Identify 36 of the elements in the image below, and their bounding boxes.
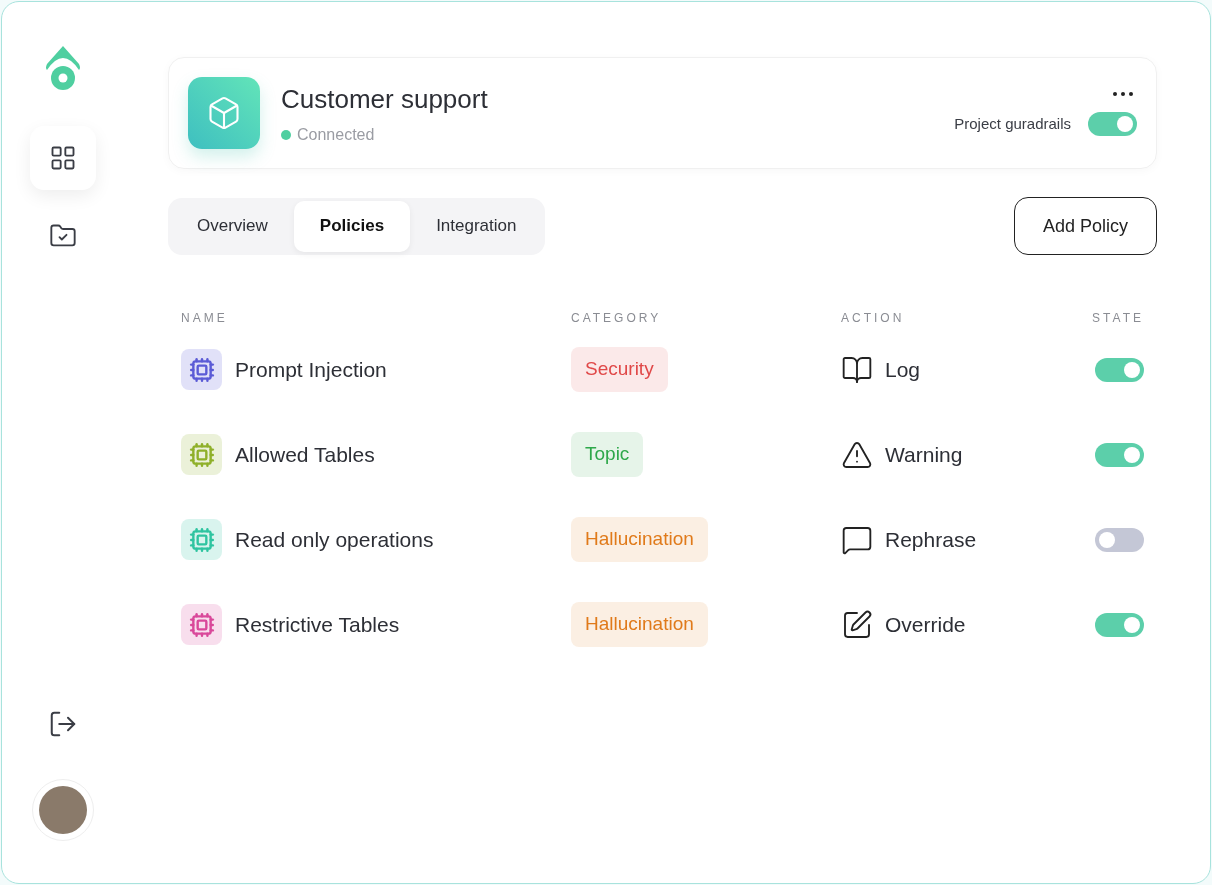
state-toggle[interactable] (1095, 357, 1144, 382)
override-icon (841, 608, 873, 641)
category-tag: Topic (571, 432, 644, 477)
tab[interactable]: Integration (410, 200, 543, 252)
more-button[interactable] (1113, 90, 1133, 98)
action-label: Rephrase (885, 526, 977, 553)
action-label: Log (885, 356, 921, 383)
add-policy-button[interactable]: Add Policy (1013, 197, 1157, 255)
column-header: CATEGORY (571, 310, 663, 327)
logo-icon (43, 44, 83, 92)
column-header: NAME (181, 310, 229, 327)
policy-name: Read only operations (235, 526, 434, 553)
category-tag: Security (571, 347, 668, 392)
policy-name: Prompt Injection (235, 356, 387, 383)
column-header: STATE (1092, 310, 1144, 327)
grid-icon (49, 144, 77, 172)
policy-name: Allowed Tables (235, 441, 375, 468)
logout-icon (48, 709, 78, 739)
avatar-placeholder (39, 786, 87, 834)
column-header: ACTION (841, 310, 906, 327)
toggle-label: Project guradrails (954, 113, 1071, 134)
action-label: Override (885, 611, 966, 638)
status-text: Connected (297, 124, 375, 145)
tab[interactable]: Policies (293, 200, 411, 252)
category-tag: Hallucination (571, 517, 708, 562)
project-title: Customer support (281, 82, 488, 116)
guardrails-toggle[interactable] (1088, 112, 1137, 136)
cube-icon (206, 95, 242, 131)
action-label: Warning (885, 441, 963, 468)
category-tag: Hallucination (571, 602, 708, 647)
state-toggle[interactable] (1095, 612, 1144, 637)
sidebar-item[interactable] (30, 126, 96, 190)
state-toggle[interactable] (1095, 442, 1144, 467)
state-toggle[interactable] (1095, 527, 1144, 552)
tab[interactable]: Overview (171, 200, 294, 252)
policy-name: Restrictive Tables (235, 611, 400, 638)
